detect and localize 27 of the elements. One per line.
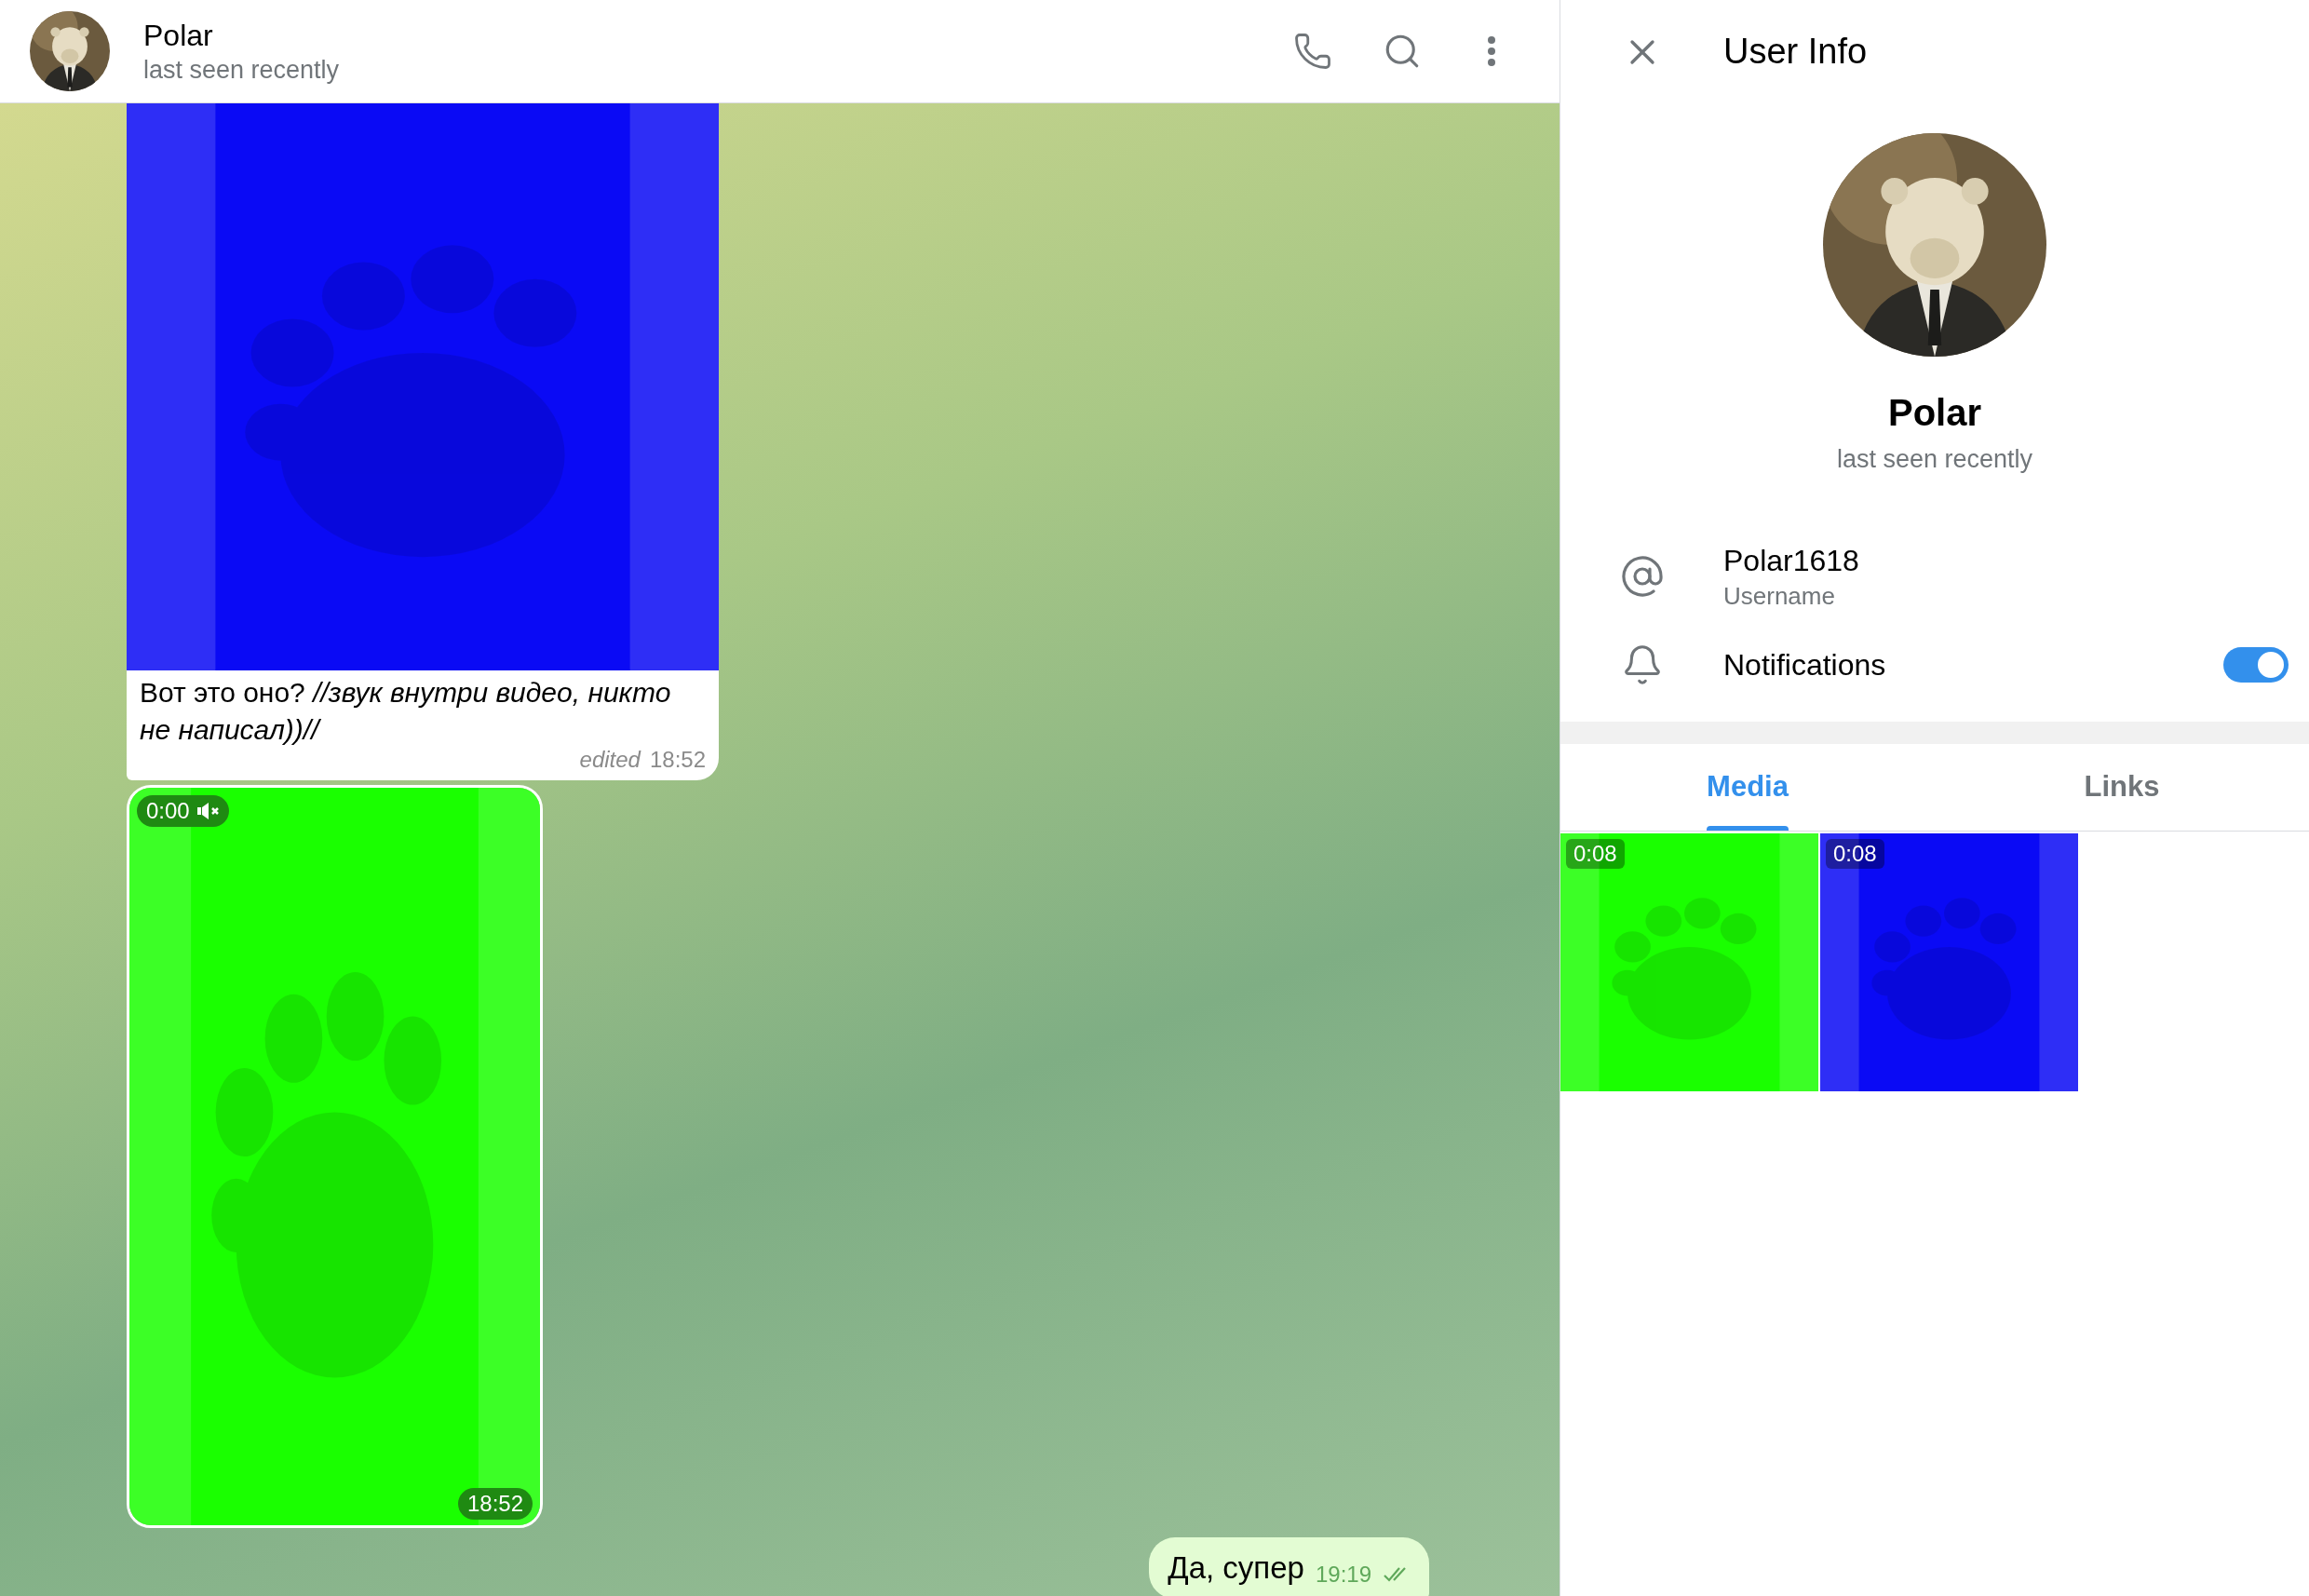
message-time: 19:19 — [1315, 1561, 1371, 1589]
video-duration: 0:00 — [146, 797, 190, 825]
notifications-toggle[interactable] — [2223, 646, 2289, 683]
edited-label: edited — [579, 746, 641, 774]
media-duration: 0:08 — [1566, 838, 1625, 869]
contact-name: Polar — [143, 18, 214, 54]
media-thumbnail[interactable]: 0:08 — [1820, 832, 2078, 1091]
contact-status: last seen recently — [143, 55, 341, 86]
username-value: Polar1618 — [1723, 542, 1859, 579]
notifications-label: Notifications — [1723, 646, 1887, 683]
media-thumbnail[interactable]: 0:08 — [1560, 832, 1818, 1091]
username-label: Username — [1723, 580, 1836, 612]
profile-status: last seen recently — [1836, 444, 2033, 475]
muted-speaker-icon[interactable] — [196, 803, 220, 819]
phone-icon — [1293, 32, 1332, 71]
message-time: 18:52 — [649, 746, 706, 774]
panel-title: User Info — [1723, 31, 1868, 73]
profile-tab[interactable]: Media — [1560, 743, 1935, 831]
video-time: 18:52 — [457, 1488, 533, 1520]
at-sign-icon — [1619, 553, 1665, 599]
message-text: Вот это оно? //звук внутри видео, никто не написал))// — [140, 677, 671, 745]
media-duration: 0:08 — [1826, 838, 1884, 869]
profile-name: Polar — [1887, 391, 1981, 435]
message-text: Да, супер — [1168, 1549, 1304, 1588]
video-message[interactable]: 0:00 18:52 — [127, 785, 543, 1528]
more-icon — [1487, 35, 1496, 67]
profile-tab[interactable]: Links — [1935, 743, 2309, 831]
